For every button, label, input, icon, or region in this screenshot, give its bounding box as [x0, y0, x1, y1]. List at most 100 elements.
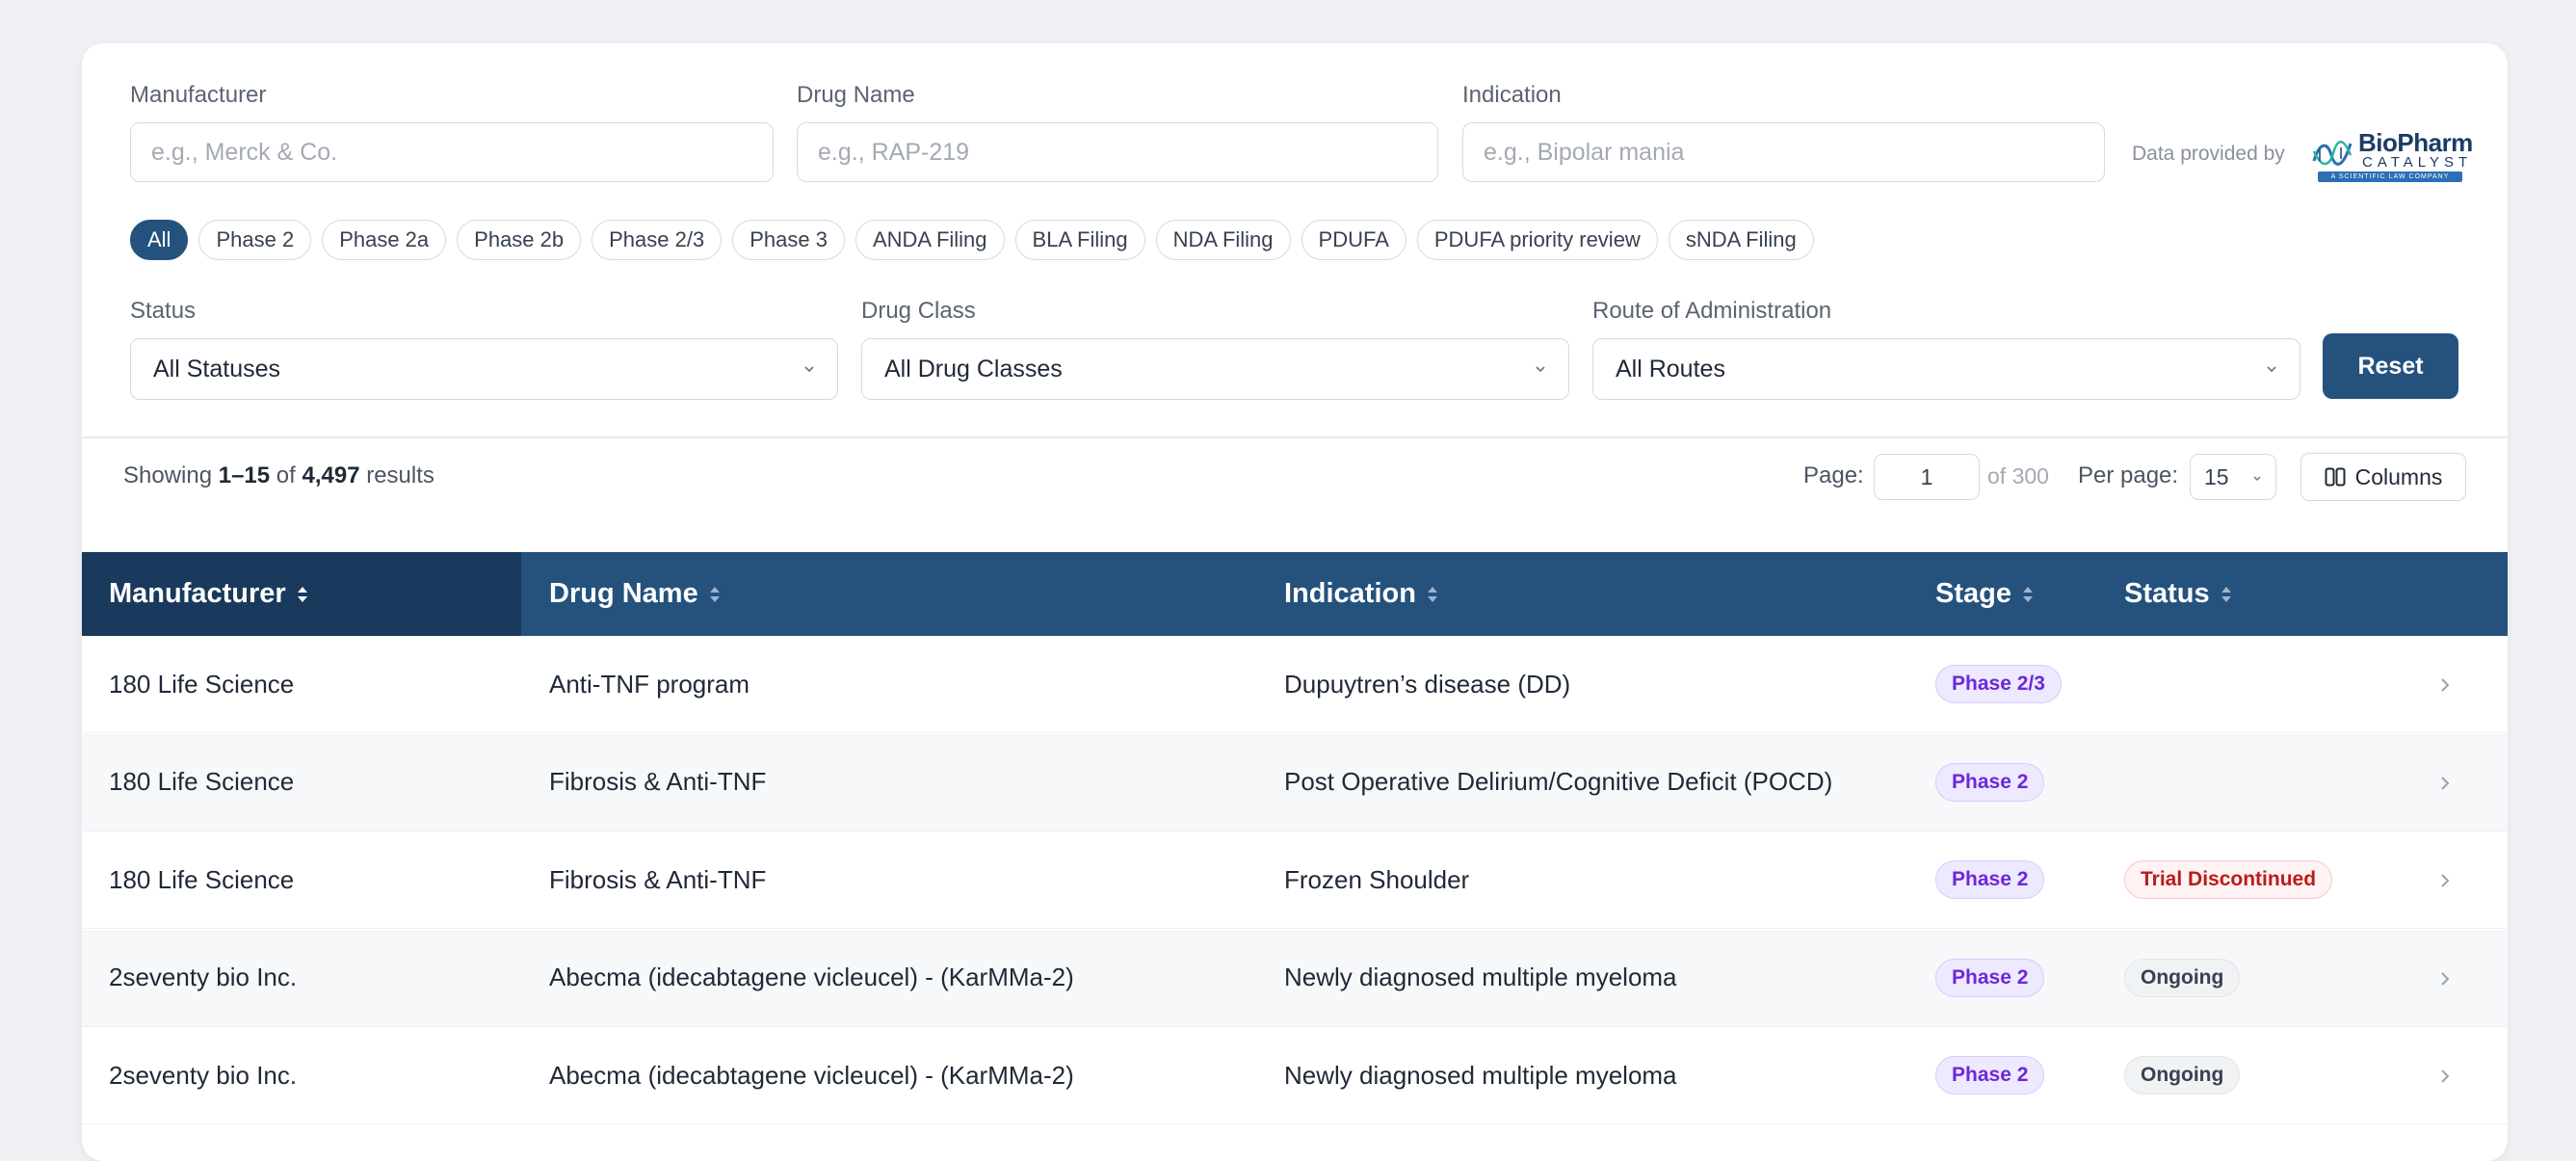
- column-header-manufacturer[interactable]: Manufacturer: [82, 552, 521, 636]
- indication-input[interactable]: [1462, 122, 2105, 182]
- stage-chip[interactable]: PDUFA priority review: [1416, 220, 1658, 260]
- table-row[interactable]: 2seventy bio Inc. Abecma (idecabtagene vi…: [82, 1027, 2508, 1124]
- chevron-down-icon: [1536, 366, 1545, 373]
- cell-indication: Newly diagnosed multiple myeloma: [1284, 963, 1677, 991]
- column-header-label: Drug Name: [549, 578, 698, 609]
- sort-icon: [2221, 586, 2231, 602]
- stage-chip[interactable]: NDA Filing: [1155, 220, 1291, 260]
- cell-manufacturer: 2seventy bio Inc.: [109, 1060, 298, 1090]
- chevron-right-icon[interactable]: [2438, 773, 2452, 794]
- per-page-label: Per page:: [2078, 462, 2179, 488]
- table-row[interactable]: 180 Life Science Anti-TNF program Dupuytre…: [82, 636, 2508, 733]
- chevron-right-icon[interactable]: [2438, 968, 2452, 989]
- drug-name-input[interactable]: [797, 122, 1438, 182]
- status-badge: Ongoing: [2124, 958, 2241, 997]
- route-select-value: All Routes: [1616, 355, 1725, 383]
- cell-manufacturer: 180 Life Science: [109, 767, 295, 796]
- chevron-right-icon[interactable]: [2438, 870, 2452, 891]
- cell-manufacturer: 180 Life Science: [109, 669, 295, 699]
- results-summary: Showing 1–15 of 4,497 results: [123, 462, 434, 489]
- logo-subtitle: CATALYST: [2362, 154, 2473, 171]
- columns-label: Columns: [2354, 463, 2443, 489]
- results-of: of: [276, 462, 296, 488]
- drug-name-label: Drug Name: [797, 82, 915, 108]
- route-label: Route of Administration: [1592, 298, 1832, 324]
- chevron-down-icon: [2253, 476, 2261, 481]
- cell-stage: Phase 2: [1935, 734, 2045, 831]
- page-count: of 300: [1987, 463, 2049, 488]
- cell-status: Ongoing: [2124, 1027, 2241, 1123]
- cell-indication: Post Operative Delirium/Cognitive Defici…: [1284, 767, 1833, 796]
- table-row[interactable]: 2seventy bio Inc. Abecma (idecabtagene vi…: [82, 929, 2508, 1027]
- results-range: 1–15: [218, 462, 271, 488]
- drug-pipeline-card: Manufacturer Drug Name Indication Data p…: [82, 43, 2508, 1161]
- status-badge: Ongoing: [2124, 1056, 2241, 1095]
- results-prefix: Showing: [123, 462, 213, 488]
- column-header-label: Status: [2124, 578, 2210, 609]
- data-provided-by-text: Data provided by: [2132, 143, 2285, 165]
- drug-class-select[interactable]: All Drug Classes: [861, 338, 1569, 400]
- cell-indication: Newly diagnosed multiple myeloma: [1284, 1060, 1677, 1090]
- table-row[interactable]: 180 Life Science Fibrosis & Anti-TNF Froze…: [82, 831, 2508, 929]
- stage-chip[interactable]: Phase 2/3: [591, 220, 723, 260]
- stage-chip[interactable]: sNDA Filing: [1668, 220, 1814, 260]
- cell-stage: Phase 2: [1935, 930, 2045, 1026]
- sort-icon: [709, 586, 720, 602]
- biopharm-catalyst-logo[interactable]: BioPharm CATALYST A SCIENTIFIC LAW COMPA…: [2310, 128, 2473, 182]
- stage-chip[interactable]: Phase 2: [198, 220, 312, 260]
- table-header: Manufacturer Drug Name Indication Stage …: [82, 552, 2508, 636]
- logo-tagline: A SCIENTIFIC LAW COMPANY: [2318, 172, 2462, 182]
- divider: [82, 436, 2508, 438]
- column-header-drug-name[interactable]: Drug Name: [549, 552, 722, 636]
- cell-indication: Frozen Shoulder: [1284, 864, 1470, 894]
- stage-badge: Phase 2: [1935, 1056, 2045, 1095]
- cell-drug: Abecma (idecabtagene vicleucel) - (KarMM…: [549, 963, 1074, 991]
- indication-label: Indication: [1462, 82, 1562, 108]
- stage-badge: Phase 2/3: [1935, 665, 2062, 703]
- page-label: Page:: [1803, 462, 1864, 488]
- page-number-input[interactable]: [1874, 454, 1980, 500]
- cell-indication: Dupuytren’s disease (DD): [1284, 669, 1571, 699]
- route-select[interactable]: All Routes: [1592, 338, 2300, 400]
- stage-badge: Phase 2: [1935, 762, 2045, 802]
- sort-icon: [1427, 586, 1437, 602]
- stage-chip[interactable]: ANDA Filing: [854, 220, 1005, 260]
- chevron-right-icon[interactable]: [2438, 1066, 2452, 1087]
- cell-status: Trial Discontinued: [2124, 831, 2333, 928]
- column-header-label: Stage: [1935, 578, 2011, 609]
- cell-manufacturer: 2seventy bio Inc.: [109, 963, 298, 991]
- drug-class-label: Drug Class: [861, 298, 976, 324]
- chevron-right-icon[interactable]: [2438, 674, 2452, 696]
- status-select-value: All Statuses: [153, 355, 281, 383]
- table-row[interactable]: 180 Life Science Fibrosis & Anti-TNF Post …: [82, 733, 2508, 831]
- column-header-indication[interactable]: Indication: [1284, 552, 1439, 636]
- cell-stage: Phase 2/3: [1935, 636, 2062, 732]
- cell-stage: Phase 2: [1935, 831, 2045, 928]
- results-total: 4,497: [302, 462, 360, 488]
- cell-drug: Fibrosis & Anti-TNF: [549, 864, 767, 894]
- stage-chip[interactable]: PDUFA: [1301, 220, 1406, 260]
- stage-chip[interactable]: All: [130, 220, 189, 260]
- manufacturer-input[interactable]: [130, 122, 774, 182]
- stage-chip[interactable]: Phase 2a: [322, 220, 447, 260]
- stage-chip[interactable]: Phase 3: [732, 220, 845, 260]
- stage-chip[interactable]: Phase 2b: [457, 220, 582, 260]
- column-header-stage[interactable]: Stage: [1935, 552, 2035, 636]
- per-page-select[interactable]: 15: [2190, 454, 2276, 500]
- status-select[interactable]: All Statuses: [130, 338, 838, 400]
- cell-drug: Anti-TNF program: [549, 669, 750, 699]
- manufacturer-label: Manufacturer: [130, 82, 267, 108]
- columns-icon: [2325, 467, 2346, 487]
- sort-icon: [2022, 586, 2033, 602]
- cell-drug: Abecma (idecabtagene vicleucel) - (KarMM…: [549, 1060, 1074, 1090]
- drug-class-select-value: All Drug Classes: [884, 355, 1063, 383]
- column-header-status[interactable]: Status: [2124, 552, 2233, 636]
- column-header-label: Manufacturer: [109, 578, 286, 609]
- reset-button[interactable]: Reset: [2323, 333, 2458, 399]
- cell-manufacturer: 180 Life Science: [109, 864, 295, 894]
- stage-chip[interactable]: BLA Filing: [1014, 220, 1145, 260]
- status-label: Status: [130, 298, 197, 324]
- column-header-label: Indication: [1284, 578, 1416, 609]
- columns-button[interactable]: Columns: [2300, 453, 2466, 501]
- sort-icon: [297, 586, 307, 602]
